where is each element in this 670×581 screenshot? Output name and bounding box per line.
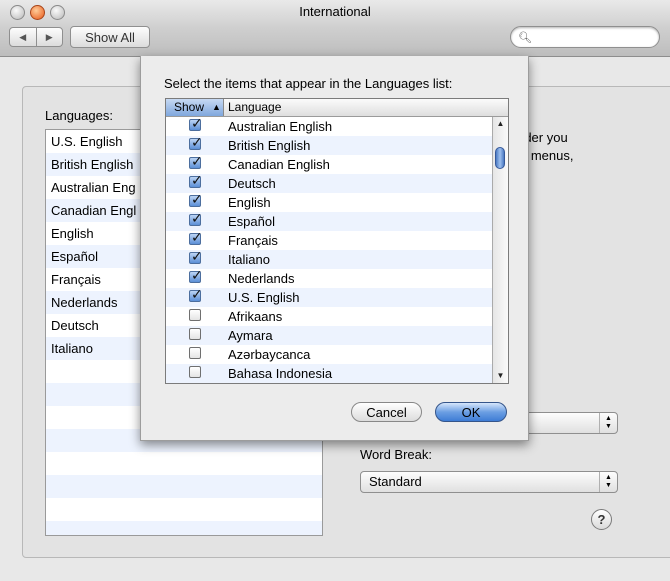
show-checkbox[interactable]: ✓ [189,134,203,150]
checkmark-icon: ✓ [191,153,203,169]
popup-arrows-icon: ▲ ▼ [599,413,617,433]
table-row[interactable]: Azərbaycanca [166,345,492,364]
sort-ascending-icon: ▲ [212,102,221,112]
language-name: Aymara [228,328,273,343]
language-name: U.S. English [228,290,300,305]
checkmark-icon: ✓ [191,191,203,207]
show-checkbox[interactable] [189,347,201,359]
show-column-label: Show [174,100,205,114]
table-row[interactable]: Bahasa Indonesia [166,364,492,383]
language-name: Azərbaycanca [228,347,311,362]
show-checkbox[interactable]: ✓ [189,115,203,131]
table-row[interactable]: ✓ Italiano [166,248,492,269]
table-header: Show ▲ Language [166,99,508,117]
word-break-popup[interactable]: Standard ▲ ▼ [360,471,618,493]
show-checkbox[interactable]: ✓ [189,267,203,283]
show-checkbox[interactable]: ✓ [189,153,203,169]
vertical-scrollbar[interactable]: ▲ ▼ [492,117,508,383]
back-arrow-icon[interactable]: ◀ [10,28,37,46]
languages-label: Languages: [45,108,113,123]
table-row[interactable]: ✓ Deutsch [166,172,492,193]
language-name: Canadian English [228,157,330,172]
table-row[interactable]: ✓ Australian English [166,115,492,136]
language-name: Deutsch [228,176,276,191]
show-all-button[interactable]: Show All [70,26,150,48]
window-title: International [299,4,371,19]
checkmark-icon: ✓ [191,267,203,283]
table-row[interactable]: ✓ Nederlands [166,267,492,288]
checkmark-icon: ✓ [191,115,203,131]
checkmark-icon: ✓ [191,229,203,245]
show-checkbox[interactable]: ✓ [189,248,203,264]
window-titlebar: International ◀ ▶ Show All 🔍︎ [0,0,670,57]
checkmark-icon: ✓ [191,248,203,264]
ok-button[interactable]: OK [435,402,507,422]
search-icon: 🔍︎ [518,32,532,44]
language-name: Bahasa Indonesia [228,366,333,381]
table-row[interactable]: Aymara [166,326,492,345]
scroll-down-icon[interactable]: ▼ [493,369,508,383]
word-break-value: Standard [369,474,422,489]
language-name: British English [228,138,311,153]
table-row[interactable]: ✓ U.S. English [166,286,492,307]
language-name: Nederlands [228,271,295,286]
checkmark-icon: ✓ [191,134,203,150]
show-checkbox[interactable]: ✓ [189,286,203,302]
checkmark-icon: ✓ [191,210,203,226]
language-name: Français [228,233,278,248]
sheet-prompt: Select the items that appear in the Lang… [164,76,453,91]
table-row[interactable]: ✓ Français [166,229,492,250]
show-checkbox[interactable] [189,366,201,378]
show-checkbox[interactable] [189,328,201,340]
table-row[interactable]: ✓ Canadian English [166,153,492,174]
language-name: Afrikaans [228,309,283,324]
table-row[interactable]: Afrikaans [166,307,492,326]
scroll-up-icon[interactable]: ▲ [493,117,508,131]
empty-row [46,452,322,475]
languages-sheet: Select the items that appear in the Lang… [140,56,529,441]
word-break-label: Word Break: [360,447,433,462]
empty-row [46,521,322,535]
show-checkbox[interactable]: ✓ [189,191,203,207]
language-name: Italiano [228,252,270,267]
languages-table[interactable]: Show ▲ Language ✓ Australian English ✓ Brit… [165,98,509,384]
scroll-thumb[interactable] [495,147,505,169]
language-column-header[interactable]: Language [228,99,281,116]
search-field[interactable]: 🔍︎ [510,26,660,48]
table-row[interactable]: ✓ Español [166,210,492,231]
language-name: English [228,195,271,210]
show-checkbox[interactable]: ✓ [189,172,203,188]
show-checkbox[interactable]: ✓ [189,229,203,245]
popup-arrows-icon: ▲ ▼ [599,472,617,492]
table-row[interactable]: ✓ British English [166,134,492,155]
show-column-header[interactable]: Show ▲ [166,99,224,116]
checkmark-icon: ✓ [191,286,203,302]
help-button[interactable]: ? [591,509,612,530]
table-body: ✓ Australian English ✓ British English ✓ Cana… [166,115,492,383]
show-checkbox[interactable] [189,309,201,321]
empty-row [46,475,322,498]
back-forward-control: ◀ ▶ [9,27,63,47]
cancel-button[interactable]: Cancel [351,402,422,422]
show-checkbox[interactable]: ✓ [189,210,203,226]
language-name: Australian English [228,119,333,134]
table-row[interactable]: ✓ English [166,191,492,212]
empty-row [46,498,322,521]
checkmark-icon: ✓ [191,172,203,188]
forward-arrow-icon[interactable]: ▶ [37,28,63,46]
language-name: Español [228,214,275,229]
